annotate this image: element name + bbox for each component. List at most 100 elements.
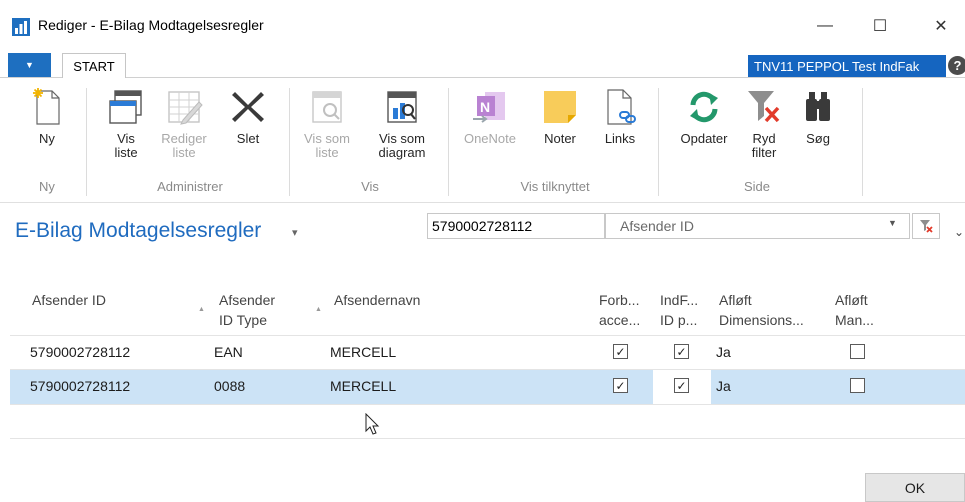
find-label: Søg <box>806 131 830 146</box>
group-separator <box>862 88 863 196</box>
column-header-line: Man... <box>835 312 874 328</box>
group-label-manage: Administrer <box>157 179 223 194</box>
help-icon[interactable]: ? <box>948 56 965 75</box>
group-separator <box>658 88 659 196</box>
clear-filter-button[interactable]: Ryd filter <box>742 88 786 160</box>
view-as-chart-button[interactable]: Vis som diagram <box>370 88 434 160</box>
refresh-icon <box>685 88 723 126</box>
maximize-button[interactable]: ☐ <box>857 8 903 44</box>
checkmark-icon: ✓ <box>676 378 687 393</box>
checkbox-afloft-man[interactable] <box>850 378 865 393</box>
mouse-cursor-icon <box>365 412 381 442</box>
cell-afloft-dimensions: Ja <box>716 378 731 394</box>
column-header-sender-id[interactable]: Afsender ID <box>32 290 106 310</box>
cell-id-type: 0088 <box>214 378 246 394</box>
divider <box>10 438 965 439</box>
checkbox-forb[interactable]: ✓ <box>613 378 628 393</box>
app-logo-icon <box>12 18 30 36</box>
filter-field-select[interactable]: Afsender ID <box>605 213 910 239</box>
company-name-badge: TNV11 PEPPOL Test IndFak <box>748 55 946 77</box>
chevron-down-icon[interactable]: ▼ <box>888 218 897 228</box>
new-button-label: Ny <box>39 131 55 146</box>
column-header-sender-id-type[interactable]: Afsender ID Type <box>219 290 275 330</box>
expand-chevron-icon[interactable]: ⌄ <box>954 225 964 239</box>
onenote-label: OneNote <box>463 131 517 146</box>
delete-label: Slet <box>236 131 260 146</box>
column-header-indfak-id[interactable]: IndF... ID p... <box>660 290 698 330</box>
divider <box>10 404 965 405</box>
table-row-selected[interactable]: 5790002728112 0088 MERCELL <box>10 370 965 404</box>
table-row[interactable]: 5790002728112 EAN MERCELL ✓ ✓ Ja <box>10 336 965 370</box>
clear-filter-icon[interactable] <box>912 213 940 239</box>
checkbox-indf[interactable]: ✓ <box>674 378 689 393</box>
refresh-button[interactable]: Opdater <box>672 88 736 146</box>
column-header-line: Afsender <box>219 292 276 308</box>
window-title: Rediger - E-Bilag Modtagelsesregler <box>38 17 264 33</box>
filter-value-input[interactable]: 5790002728112 <box>427 213 605 239</box>
edit-list-icon <box>165 88 203 126</box>
link-document-icon <box>601 88 639 126</box>
find-button[interactable]: Søg <box>798 88 838 146</box>
delete-x-icon <box>229 88 267 126</box>
chevron-down-icon[interactable]: ▾ <box>292 226 298 239</box>
view-list-icon <box>107 88 145 126</box>
column-header-line: Afløft <box>835 292 868 308</box>
checkmark-icon: ✓ <box>615 378 626 393</box>
new-button[interactable]: Ny <box>22 88 72 146</box>
checkbox-indf[interactable]: ✓ <box>674 344 689 359</box>
divider <box>0 202 965 203</box>
view-as-list-label: Vis som liste <box>304 131 350 160</box>
tab-start[interactable]: START <box>62 53 126 79</box>
column-header-afloft-man[interactable]: Afløft Man... <box>835 290 874 330</box>
clear-filter-label: Ryd filter <box>751 131 777 160</box>
notes-label: Noter <box>544 131 576 146</box>
page-title[interactable]: E-Bilag Modtagelsesregler <box>15 219 261 243</box>
column-header-afloft-dimensions[interactable]: Afløft Dimensions... <box>719 290 804 330</box>
binoculars-icon <box>799 88 837 126</box>
cell-id-type: EAN <box>214 344 243 360</box>
application-menu-button[interactable]: ▼ <box>8 53 51 77</box>
onenote-icon: N <box>471 88 509 126</box>
cell-sender-id: 5790002728112 <box>30 378 131 394</box>
group-separator <box>448 88 449 196</box>
group-label-page: Side <box>743 179 771 194</box>
edit-list-button[interactable]: Rediger liste <box>156 88 212 160</box>
column-header-forb-accept[interactable]: Forb... acce... <box>599 290 640 330</box>
refresh-label: Opdater <box>680 131 728 146</box>
onenote-button[interactable]: N OneNote <box>458 88 522 146</box>
sort-indicator-icon: ▲ <box>198 306 205 313</box>
column-header-line: ID p... <box>660 312 698 328</box>
group-separator <box>86 88 87 196</box>
view-as-list-button[interactable]: Vis som liste <box>300 88 354 160</box>
close-button[interactable]: ✕ <box>918 8 964 44</box>
sticky-note-icon <box>541 88 579 126</box>
group-label-new: Ny <box>39 179 55 194</box>
group-separator <box>289 88 290 196</box>
column-header-line: acce... <box>599 312 641 328</box>
view-as-list-icon <box>308 88 346 126</box>
view-list-label: Vis liste <box>114 131 138 160</box>
column-header-sender-name[interactable]: Afsendernavn <box>334 290 420 310</box>
minimize-button[interactable]: — <box>802 8 848 44</box>
cell-sender-name: MERCELL <box>330 378 397 394</box>
delete-button[interactable]: Slet <box>226 88 270 146</box>
column-header-line: Dimensions... <box>719 312 804 328</box>
view-list-button[interactable]: Vis liste <box>100 88 152 160</box>
links-label: Links <box>604 131 636 146</box>
sort-indicator-icon: ▲ <box>315 306 322 313</box>
view-as-chart-label: Vis som diagram <box>378 131 426 160</box>
clear-filter-icon <box>745 88 783 126</box>
column-header-line: Afløft <box>719 292 752 308</box>
group-label-view: Vis <box>361 179 379 194</box>
checkbox-forb[interactable]: ✓ <box>613 344 628 359</box>
checkmark-icon: ✓ <box>676 344 687 359</box>
checkbox-afloft-man[interactable] <box>850 344 865 359</box>
ok-button[interactable]: OK <box>865 473 965 502</box>
cell-sender-name: MERCELL <box>330 344 397 360</box>
links-button[interactable]: Links <box>598 88 642 146</box>
notes-button[interactable]: Noter <box>536 88 584 146</box>
checkmark-icon: ✓ <box>615 344 626 359</box>
edit-list-label: Rediger liste <box>161 131 207 160</box>
column-header-line: Forb... <box>599 292 640 308</box>
column-header-line: IndF... <box>660 292 699 308</box>
